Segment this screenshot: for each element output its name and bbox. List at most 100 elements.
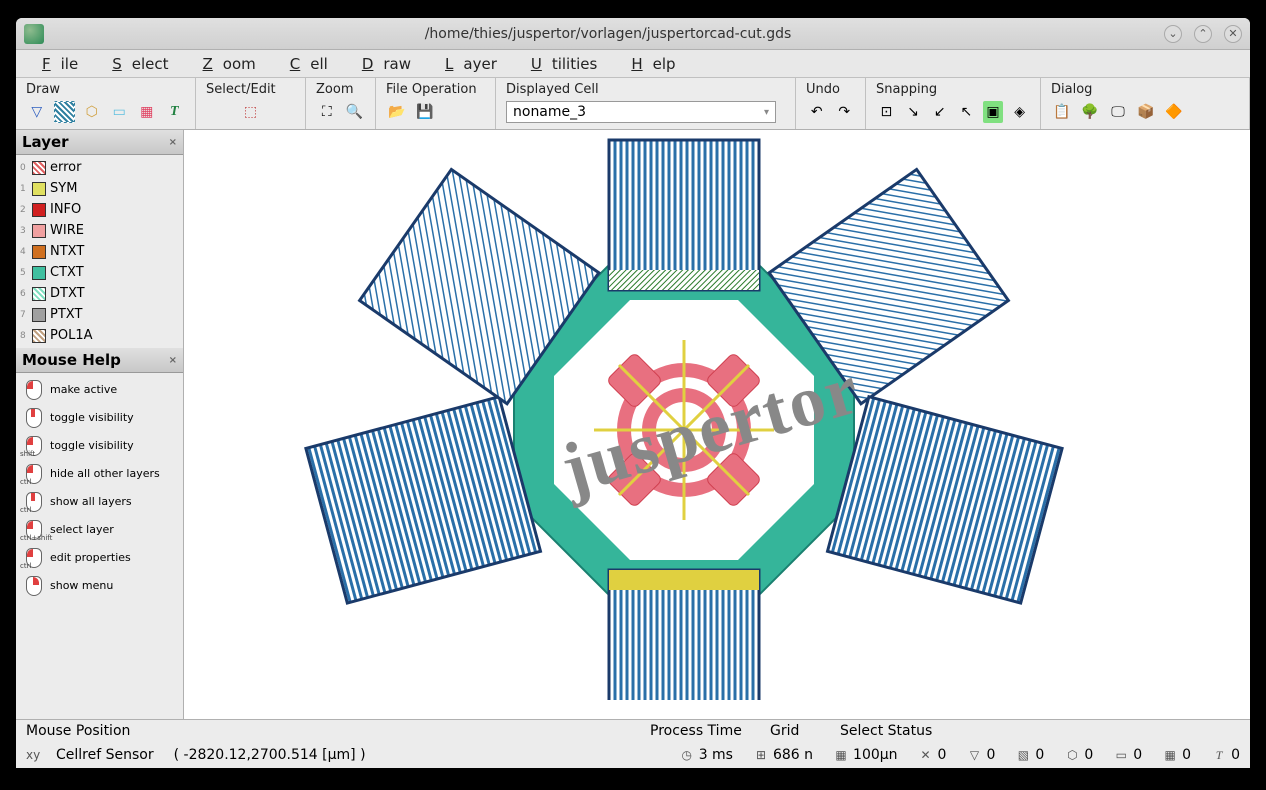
layer-name: INFO [50, 202, 81, 217]
undo-icon[interactable]: ↶ [806, 101, 828, 123]
layer-swatch [32, 287, 46, 301]
sel-cells: 0 [1133, 747, 1142, 763]
menu-layer[interactable]: Layer [425, 51, 507, 77]
snap-point-icon[interactable]: ↘ [903, 101, 924, 123]
open-file-icon[interactable]: 📂 [386, 101, 408, 123]
layer-item-ctxt[interactable]: 5CTXT [16, 262, 183, 283]
zoom-fit-icon[interactable]: ⛶ [316, 101, 338, 123]
layer-swatch [32, 245, 46, 259]
mouse-help-label: show all layers [50, 495, 132, 508]
menu-utilities[interactable]: Utilities [511, 51, 607, 77]
displayed-cell-label: Displayed Cell [502, 80, 789, 99]
menu-draw[interactable]: Draw [342, 51, 421, 77]
statusbar: Mouse Position Process Time Grid Select … [16, 719, 1250, 768]
undo-group-label: Undo [802, 80, 859, 99]
window-title: /home/thies/juspertor/vorlagen/juspertor… [52, 26, 1164, 42]
polygon-tool-icon[interactable]: ⬡ [81, 101, 103, 123]
snap-all-icon[interactable]: ◈ [1009, 101, 1030, 123]
mouse-help-label: make active [50, 383, 117, 396]
mouse-help-label: show menu [50, 579, 113, 592]
layer-panel-close-icon[interactable]: × [169, 137, 177, 148]
menubar: File Select Zoom Cell Draw Layer Utiliti… [16, 50, 1250, 78]
layer-item-info[interactable]: 2 INFO [16, 199, 183, 220]
sel-array-icon: ▦ [1162, 747, 1178, 763]
sel-polys: 0 [1084, 747, 1093, 763]
layer-index: 6 [20, 289, 28, 299]
layer-item-dtxt[interactable]: 6 DTXT [16, 283, 183, 304]
sel-point-icon: ✕ [918, 747, 934, 763]
mouse-help-label: select layer [50, 523, 114, 536]
mouse-help-header: Mouse Help × [16, 348, 183, 373]
zoom-group-label: Zoom [312, 80, 369, 99]
cell-selector-value: noname_3 [513, 104, 586, 120]
mouse-position-prefix: Cellref Sensor [46, 747, 164, 763]
save-file-icon[interactable]: 💾 [414, 101, 436, 123]
mouse-help-close-icon[interactable]: × [169, 355, 177, 366]
mouse-icon [20, 406, 46, 428]
snap-grid-icon[interactable]: ⊡ [876, 101, 897, 123]
layer-swatch [32, 308, 46, 322]
grid-icon2: ▦ [833, 747, 849, 763]
layer-item-wire[interactable]: 3WIRE [16, 220, 183, 241]
main-area: Layer × 0error1SYM2INFO3WIRE4NTXT5CTXT6D… [16, 130, 1250, 719]
redo-icon[interactable]: ↷ [834, 101, 856, 123]
fileop-group-label: File Operation [382, 80, 489, 99]
snap-box-icon[interactable]: ▣ [983, 101, 1004, 123]
layer-name: DTXT [50, 286, 85, 301]
dialog-tree-icon[interactable]: 🌳 [1079, 101, 1101, 123]
app-icon [24, 24, 44, 44]
layer-item-ntxt[interactable]: 4NTXT [16, 241, 183, 262]
menu-zoom[interactable]: Zoom [183, 51, 266, 77]
array-tool-icon[interactable]: ▦ [136, 101, 158, 123]
snap-edge-icon[interactable]: ↙ [929, 101, 950, 123]
layer-index: 3 [20, 226, 28, 236]
mouse-help-item: ctrl show all layers [16, 487, 183, 515]
mouse-help-item: show menu [16, 571, 183, 599]
mouse-icon: ctrl [20, 490, 46, 512]
grid-value-1: 686 n [773, 747, 813, 763]
cell-tool-icon[interactable]: ▭ [109, 101, 131, 123]
layer-index: 0 [20, 163, 28, 173]
layer-index: 8 [20, 331, 28, 341]
menu-help[interactable]: Help [611, 51, 685, 77]
mouse-position-value: ( -2820.12,2700.514 [µm] ) [164, 747, 376, 763]
mouse-help-item: ctrlhide all other layers [16, 459, 183, 487]
select-group-label: Select/Edit [202, 80, 299, 99]
snap-center-icon[interactable]: ↖ [956, 101, 977, 123]
mouse-icon: shift [20, 434, 46, 456]
mouse-help-item: ctrledit properties [16, 543, 183, 571]
dialog-view-icon[interactable]: 🖵 [1107, 101, 1129, 123]
process-time-value: 3 ms [699, 747, 733, 763]
cell-selector[interactable]: noname_3 ▾ [506, 101, 776, 123]
toolbar: Draw ▽ ⬡ ▭ ▦ T Select/Edit ⬚ Zoom ⛶ 🔍 [16, 78, 1250, 130]
box-tool-icon[interactable] [54, 101, 76, 123]
zoom-in-icon[interactable]: 🔍 [344, 101, 366, 123]
dialog-drc-icon[interactable]: 🔶 [1163, 101, 1185, 123]
mouse-icon: ctrl [20, 546, 46, 568]
path-tool-icon[interactable]: ▽ [26, 101, 48, 123]
layer-index: 2 [20, 205, 28, 215]
design-canvas[interactable]: juspertor [184, 130, 1250, 719]
dialog-layers-icon[interactable]: 📋 [1051, 101, 1073, 123]
menu-file[interactable]: File [22, 51, 88, 77]
layer-item-pol1a[interactable]: 8POL1A [16, 325, 183, 346]
layer-index: 4 [20, 247, 28, 257]
menu-cell[interactable]: Cell [270, 51, 338, 77]
layer-item-error[interactable]: 0error [16, 157, 183, 178]
text-tool-icon[interactable]: T [164, 101, 186, 123]
xy-icon: xy [26, 747, 40, 763]
layer-list: 0error1SYM 2 INFO 3WIRE4NTXT5CTXT 6 DTXT 7PTXT… [16, 155, 183, 348]
layer-name: SYM [50, 181, 77, 196]
minimize-button[interactable]: ⌄ [1164, 25, 1182, 43]
mouse-help-title: Mouse Help [22, 351, 121, 369]
titlebar: /home/thies/juspertor/vorlagen/juspertor… [16, 18, 1250, 50]
sel-boxes: 0 [1035, 747, 1044, 763]
dialog-3d-icon[interactable]: 📦 [1135, 101, 1157, 123]
maximize-button[interactable]: ⌃ [1194, 25, 1212, 43]
select-tool-icon[interactable]: ⬚ [240, 101, 262, 123]
menu-select[interactable]: Select [92, 51, 178, 77]
snapping-group-label: Snapping [872, 80, 1034, 99]
layer-item-sym[interactable]: 1SYM [16, 178, 183, 199]
close-button[interactable]: ✕ [1224, 25, 1242, 43]
layer-item-ptxt[interactable]: 7PTXT [16, 304, 183, 325]
